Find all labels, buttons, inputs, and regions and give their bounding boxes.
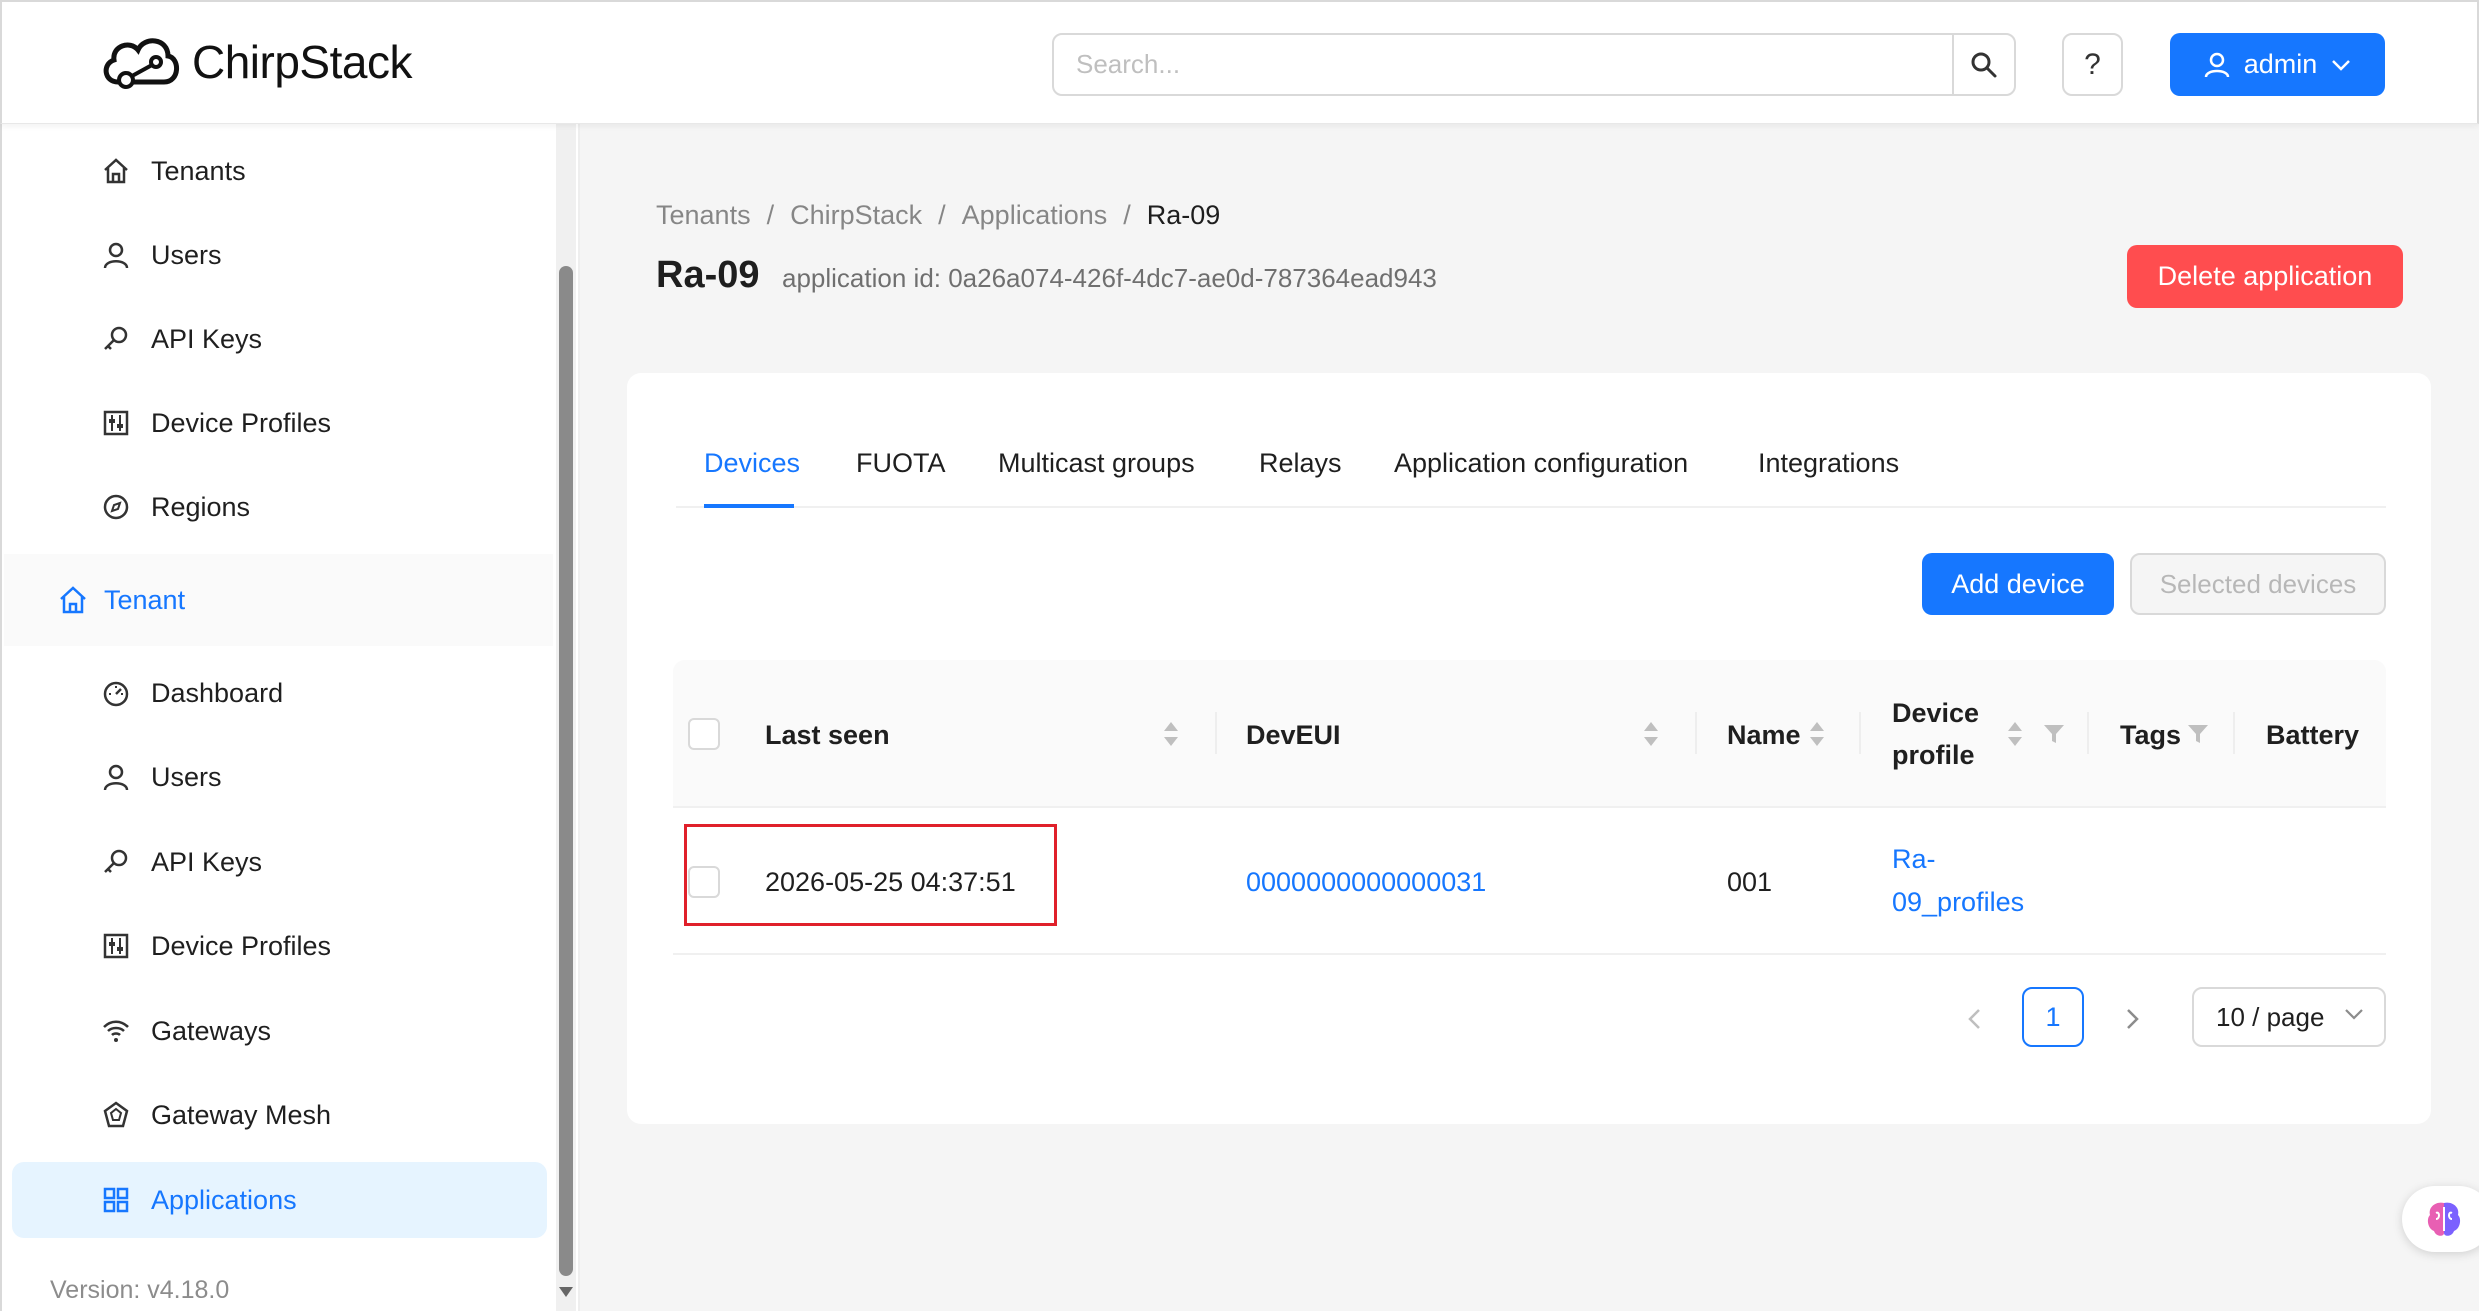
column-divider [2087,712,2089,754]
selected-devices-button[interactable]: Selected devices [2130,553,2386,615]
column-divider [1215,712,1217,754]
breadcrumb-tenants[interactable]: Tenants [656,200,751,231]
user-icon [2204,52,2229,77]
cell-name: 001 [1727,867,1773,897]
wifi-icon [103,1020,129,1042]
user-menu-button[interactable]: admin [2170,33,2385,96]
tab-application-configuration[interactable]: Application configuration [1394,448,1688,479]
scrollbar-thumb[interactable] [559,266,573,1276]
tab-bar: Devices FUOTA Multicast groups Relays Ap… [676,440,2386,508]
breadcrumb-separator: / [766,200,775,230]
compass-icon [103,494,129,520]
column-header-battery: Battery [2266,720,2360,750]
delete-application-button[interactable]: Delete application [2127,245,2403,308]
breadcrumb: Tenants / ChirpStack / Applications / Ra… [656,200,1220,231]
home-icon [60,586,86,614]
search-button[interactable] [1952,35,2014,94]
page-title: Ra-09 [656,254,760,296]
table-header: Last seen DevEUI Name Device profile Tag… [673,660,2386,808]
sidebar-item-device-profiles[interactable]: Device Profiles [12,385,547,461]
column-divider [1695,712,1697,754]
help-button[interactable]: ? [2062,33,2123,96]
sidebar-item-tenant-api-keys[interactable]: API Keys [12,824,547,900]
sort-icon[interactable] [1163,720,1179,748]
sidebar-item-regions[interactable]: Regions [12,469,547,545]
pagination-prev-icon[interactable] [1967,1008,1983,1030]
annotation-highlight-box [684,824,1057,926]
tab-multicast-groups[interactable]: Multicast groups [998,448,1195,479]
column-divider [2233,712,2235,754]
global-search [1052,33,2016,96]
filter-icon[interactable] [2043,724,2065,744]
select-all-checkbox[interactable] [688,718,720,750]
sort-icon[interactable] [2007,720,2023,748]
chirpstack-logo[interactable]: ChirpStack [98,28,412,96]
sliders-icon [103,410,129,436]
breadcrumb-chirpstack[interactable]: ChirpStack [790,200,922,231]
sidebar-item-tenant-device-profiles[interactable]: Device Profiles [12,908,547,984]
column-header-name[interactable]: Name [1727,720,1801,751]
cell-deveui-link[interactable]: 0000000000000031 [1246,867,1486,898]
user-icon [103,242,129,269]
logo-cloud-icon [103,38,179,89]
tab-integrations[interactable]: Integrations [1758,448,1899,479]
pagination-page-1[interactable]: 1 [2022,987,2084,1047]
page-size-select[interactable]: 10 / page [2192,987,2386,1047]
sidebar-item-gateways[interactable]: Gateways [12,993,547,1069]
home-icon [104,158,128,184]
breadcrumb-separator: / [938,200,946,230]
application-id: application id: 0a26a074-426f-4dc7-ae0d-… [782,263,1437,293]
chevron-down-icon [2332,59,2351,71]
sidebar-item-applications[interactable]: Applications [12,1162,547,1238]
tab-active-indicator [704,504,794,508]
column-header-last-seen[interactable]: Last seen [765,720,890,751]
sidebar-item-api-keys[interactable]: API Keys [12,301,547,377]
brand-name: ChirpStack [192,36,412,88]
tab-fuota[interactable]: FUOTA [856,448,946,479]
chevron-down-icon [2345,1009,2363,1020]
sort-icon[interactable] [1643,720,1659,748]
grid-icon [103,1187,129,1213]
sliders-icon [103,933,129,959]
sidebar-item-gateway-mesh[interactable]: Gateway Mesh [12,1077,547,1153]
sidebar-item-tenants[interactable]: Tenants [12,133,547,209]
page-size-value: 10 / page [2216,1001,2325,1032]
search-icon [1971,52,1997,77]
breadcrumb-separator: / [1123,200,1131,230]
user-icon [103,764,129,791]
sidebar-item-dashboard[interactable]: Dashboard [12,655,547,731]
cell-device-profile-link-line2[interactable]: 09_profiles [1892,887,2024,918]
key-icon [104,326,128,350]
column-divider [1859,712,1861,754]
column-header-deveui[interactable]: DevEUI [1246,720,1341,751]
top-header: ChirpStack ? admin [0,0,2479,124]
key-icon [104,849,128,873]
scroll-down-arrow-icon[interactable] [559,1287,573,1297]
breadcrumb-current: Ra-09 [1146,200,1221,230]
version-label: Version: v4.18.0 [50,1276,230,1304]
column-header-device-profile-line2[interactable]: profile [1892,740,1975,771]
sidebar-scrollbar[interactable] [556,124,576,1311]
tab-relays[interactable]: Relays [1259,448,1342,479]
dashboard-icon [103,681,129,707]
sidebar: Tenants Users API Keys Device Profiles R… [0,124,580,1311]
breadcrumb-applications[interactable]: Applications [962,200,1108,231]
column-header-device-profile-line1[interactable]: Device [1892,698,1979,729]
filter-icon[interactable] [2187,724,2209,744]
mesh-icon [103,1101,129,1128]
floating-assistant-button[interactable] [2402,1186,2479,1252]
brain-icon [2427,1202,2461,1236]
column-header-tags[interactable]: Tags [2120,720,2181,751]
add-device-button[interactable]: Add device [1922,553,2114,615]
cell-device-profile-link-line1[interactable]: Ra- [1892,844,1936,875]
tab-devices[interactable]: Devices [704,448,800,479]
sidebar-item-tenant-users[interactable]: Users [12,739,547,815]
pagination-next-icon[interactable] [2124,1008,2140,1030]
sidebar-item-users[interactable]: Users [12,217,547,293]
user-menu-label: admin [2243,49,2318,79]
sidebar-group-tenant[interactable]: Tenant [4,554,553,646]
sort-icon[interactable] [1809,720,1825,748]
search-input[interactable] [1054,35,1952,94]
